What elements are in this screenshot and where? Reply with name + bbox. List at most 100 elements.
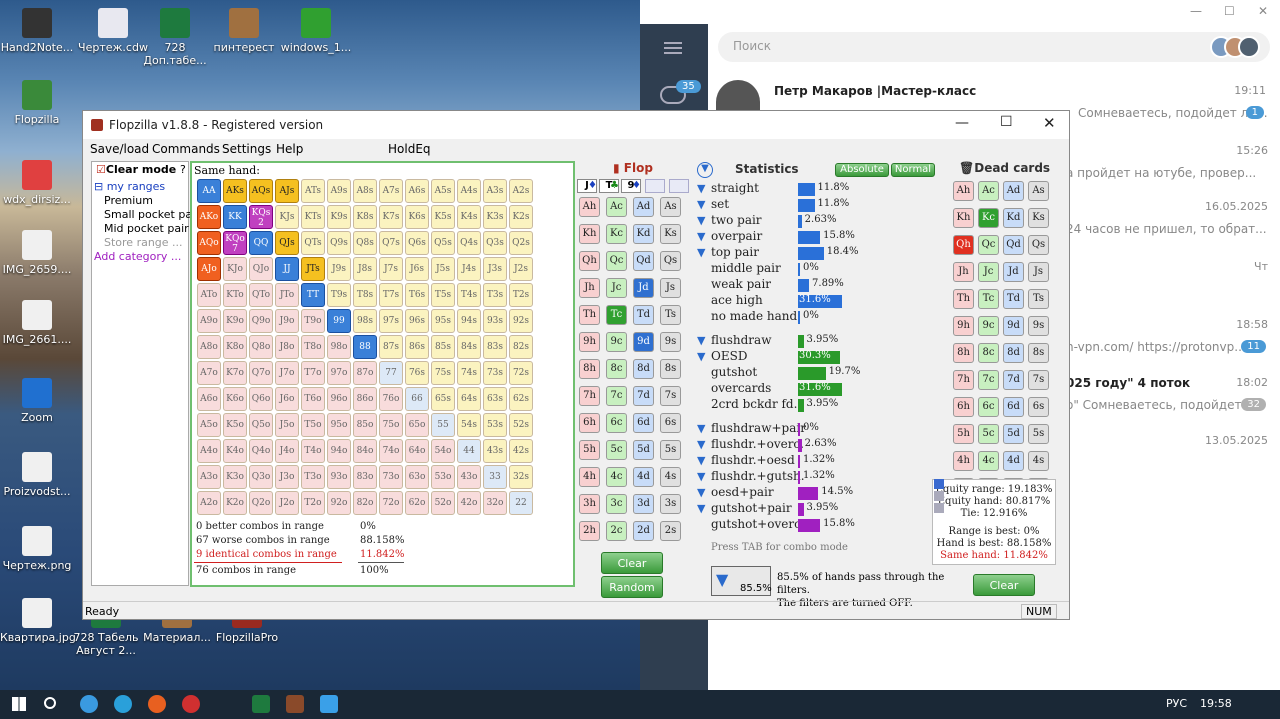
dead-card[interactable]: Jc bbox=[978, 262, 999, 282]
hand-cell[interactable]: A2s bbox=[509, 179, 533, 203]
hand-cell[interactable]: A9o bbox=[197, 309, 221, 333]
stat-row[interactable]: ▼ oesd+pair 14.5% bbox=[697, 485, 937, 501]
hand-cell[interactable]: K3s bbox=[483, 205, 507, 229]
stat-row[interactable]: weak pair 7.89% bbox=[697, 277, 937, 293]
dead-card[interactable]: 8c bbox=[978, 343, 999, 363]
dead-card[interactable]: 4d bbox=[1003, 451, 1024, 471]
hand-cell[interactable]: AQo bbox=[197, 231, 221, 255]
desktop-icon[interactable]: wdx_dirsiz... bbox=[0, 160, 74, 206]
stat-row[interactable]: 2crd bckdr fd. 3.95% bbox=[697, 397, 937, 413]
hand-cell[interactable]: 64s bbox=[457, 387, 481, 411]
hand-cell[interactable]: J6s bbox=[405, 257, 429, 281]
dead-card[interactable]: 8h bbox=[953, 343, 974, 363]
hand-cell[interactable]: 83s bbox=[483, 335, 507, 359]
flop-card[interactable]: 4h bbox=[579, 467, 600, 487]
hand-cell[interactable]: T3o bbox=[301, 465, 325, 489]
hand-cell[interactable]: T8s bbox=[353, 283, 377, 307]
flop-card[interactable]: Qs bbox=[660, 251, 681, 271]
hand-cell[interactable]: AKs bbox=[223, 179, 247, 203]
hand-cell[interactable]: A2o bbox=[197, 491, 221, 515]
flop-card[interactable]: 7h bbox=[579, 386, 600, 406]
hand-cell[interactable]: Q9s bbox=[327, 231, 351, 255]
flop-card[interactable]: Ac bbox=[606, 197, 627, 217]
hand-cell[interactable]: 94s bbox=[457, 309, 481, 333]
filter-icon[interactable]: ▼ bbox=[697, 439, 707, 451]
hand-cell[interactable]: 63o bbox=[405, 465, 429, 489]
flop-card[interactable]: 4s bbox=[660, 467, 681, 487]
hand-cell[interactable]: Q8o bbox=[249, 335, 273, 359]
hand-cell[interactable]: J7o bbox=[275, 361, 299, 385]
help-icon[interactable]: ? bbox=[180, 163, 186, 176]
flop-slot-empty[interactable] bbox=[645, 179, 665, 193]
flop-card[interactable]: 3c bbox=[606, 494, 627, 514]
firefox-icon[interactable] bbox=[148, 695, 166, 713]
tree-premium[interactable]: Premium bbox=[104, 194, 153, 207]
hand-cell[interactable]: 94o bbox=[327, 439, 351, 463]
dead-card[interactable]: Th bbox=[953, 289, 974, 309]
hand-cell[interactable]: QJs bbox=[275, 231, 299, 255]
flop-card[interactable]: 7c bbox=[606, 386, 627, 406]
hand-cell[interactable]: A6o bbox=[197, 387, 221, 411]
hand-cell[interactable]: 92s bbox=[509, 309, 533, 333]
desktop-icon[interactable]: Квартира.jpg bbox=[0, 598, 76, 644]
hand-cell[interactable]: A6s bbox=[405, 179, 429, 203]
filter-icon[interactable]: ▼ bbox=[697, 183, 707, 195]
stat-row[interactable]: ▼ OESD 30.3% bbox=[697, 349, 937, 365]
flop-card[interactable]: Th bbox=[579, 305, 600, 325]
hand-cell[interactable]: J2o bbox=[275, 491, 299, 515]
hand-cell[interactable]: K7o bbox=[223, 361, 247, 385]
dead-card[interactable]: Qs bbox=[1028, 235, 1049, 255]
excel-icon[interactable] bbox=[252, 695, 270, 713]
hand-cell[interactable]: T6s bbox=[405, 283, 429, 307]
filter-icon[interactable]: ▼ bbox=[697, 162, 713, 178]
hand-cell[interactable]: KTs bbox=[301, 205, 325, 229]
flop-card[interactable]: 7s bbox=[660, 386, 681, 406]
tree-small-pairs[interactable]: Small pocket pai bbox=[104, 208, 195, 221]
hand-cell[interactable]: J4o bbox=[275, 439, 299, 463]
hand-cell[interactable]: J8s bbox=[353, 257, 377, 281]
dead-card[interactable]: 7h bbox=[953, 370, 974, 390]
filter-icon[interactable]: ▼ bbox=[697, 231, 707, 243]
dead-card[interactable]: 4s bbox=[1028, 451, 1049, 471]
hand-cell[interactable]: 92o bbox=[327, 491, 351, 515]
hand-cell[interactable]: 83o bbox=[353, 465, 377, 489]
dead-card[interactable]: 9c bbox=[978, 316, 999, 336]
flop-card[interactable]: 5s bbox=[660, 440, 681, 460]
hand-cell[interactable]: 74o bbox=[379, 439, 403, 463]
hand-cell[interactable]: T6o bbox=[301, 387, 325, 411]
flop-card[interactable]: 3h bbox=[579, 494, 600, 514]
desktop-icon[interactable]: Proizvodst... bbox=[0, 452, 74, 498]
hand-cell[interactable]: 88 bbox=[353, 335, 377, 359]
menu-holdeq[interactable]: HoldEq bbox=[388, 142, 431, 156]
hand-cell[interactable]: KTo bbox=[223, 283, 247, 307]
dead-card[interactable]: 7s bbox=[1028, 370, 1049, 390]
hand-cell[interactable]: 77 bbox=[379, 361, 403, 385]
minimize-button[interactable]: — bbox=[955, 115, 969, 131]
desktop-icon[interactable]: IMG_2661.... bbox=[0, 300, 74, 346]
search-input[interactable]: Поиск bbox=[718, 32, 1270, 62]
flop-card[interactable]: 3s bbox=[660, 494, 681, 514]
filter-icon[interactable]: ▼ bbox=[697, 423, 707, 435]
flop-card[interactable]: 6s bbox=[660, 413, 681, 433]
tree-mid-pairs[interactable]: Mid pocket pair bbox=[104, 222, 189, 235]
hand-cell[interactable]: AQs bbox=[249, 179, 273, 203]
hand-cell[interactable]: 84o bbox=[353, 439, 377, 463]
flop-card[interactable]: 5d bbox=[633, 440, 654, 460]
hand-cell[interactable]: ATo bbox=[197, 283, 221, 307]
hand-cell[interactable]: K3o bbox=[223, 465, 247, 489]
desktop-icon[interactable]: IMG_2659.... bbox=[0, 230, 74, 276]
stat-row[interactable]: no made hand 0% bbox=[697, 309, 937, 325]
dead-card[interactable]: Ah bbox=[953, 181, 974, 201]
hand-cell[interactable]: 63s bbox=[483, 387, 507, 411]
clear-mode-toggle[interactable]: ☑Clear mode bbox=[96, 163, 176, 176]
flop-card[interactable]: Qd bbox=[633, 251, 654, 271]
hand-cell[interactable]: 99 bbox=[327, 309, 351, 333]
hand-cell[interactable]: JJ bbox=[275, 257, 299, 281]
flop-card[interactable]: Tc bbox=[606, 305, 627, 325]
flop-card[interactable]: Ks bbox=[660, 224, 681, 244]
hand-cell[interactable]: K5o bbox=[223, 413, 247, 437]
flop-card[interactable]: 9c bbox=[606, 332, 627, 352]
hand-cell[interactable]: A5s bbox=[431, 179, 455, 203]
hand-cell[interactable]: A8s bbox=[353, 179, 377, 203]
flop-slot-empty[interactable] bbox=[669, 179, 689, 193]
